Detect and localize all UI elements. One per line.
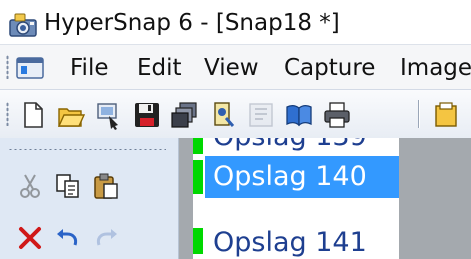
snapshot-row-text: Opslag 139 [213,138,367,152]
title-bar: HyperSnap 6 - [Snap18 *] [0,0,471,44]
hypersnap-app-icon[interactable] [7,8,39,40]
toolbar-separator [418,100,419,128]
menu-bar: File Edit View Capture Image [0,44,471,89]
document-window-icon[interactable] [16,57,44,79]
paste-icon[interactable] [92,172,120,200]
book-icon[interactable] [284,100,314,130]
undo-icon[interactable] [54,224,82,252]
row-marker [193,228,203,254]
new-icon[interactable] [18,100,48,130]
menu-image[interactable]: Image [400,55,471,81]
snapshot-row-text: Opslag 141 [213,227,367,258]
open-icon[interactable] [56,100,86,130]
list-item: Opslag 141 [193,216,399,258]
disabled-tool-icon[interactable] [246,100,276,130]
row-marker [193,138,203,154]
print-icon[interactable] [322,100,352,130]
snapshot-row-text: Opslag 140 [213,161,367,192]
menu-view[interactable]: View [204,55,259,81]
extra-icon[interactable] [432,100,462,130]
cut-icon[interactable] [16,172,44,200]
list-item: Opslag 139 [193,138,399,156]
save-icon[interactable] [132,100,162,130]
window-title: HyperSnap 6 - [Snap18 *] [44,10,340,36]
toolbar-grip[interactable] [6,102,9,126]
capture-icon[interactable] [94,100,124,130]
copy-icon[interactable] [54,172,82,200]
delete-icon[interactable] [16,224,44,252]
main-toolbar [0,89,471,139]
menu-capture[interactable]: Capture [284,55,375,81]
edit-tools-panel [0,138,179,259]
redo-icon[interactable] [92,224,120,252]
list-item-selected: Opslag 140 [193,156,399,198]
menu-file[interactable]: File [70,55,109,81]
row-marker [193,160,203,194]
panel-grip[interactable] [8,148,166,151]
snapshot-image[interactable]: Opslag 139 Opslag 140 Opslag 141 [193,138,399,259]
copy-stack-icon[interactable] [170,100,200,130]
menubar-grip[interactable] [6,55,9,79]
menu-edit[interactable]: Edit [137,55,182,81]
bookmark-icon[interactable] [208,100,238,130]
image-canvas[interactable]: Opslag 139 Opslag 140 Opslag 141 [179,138,471,259]
